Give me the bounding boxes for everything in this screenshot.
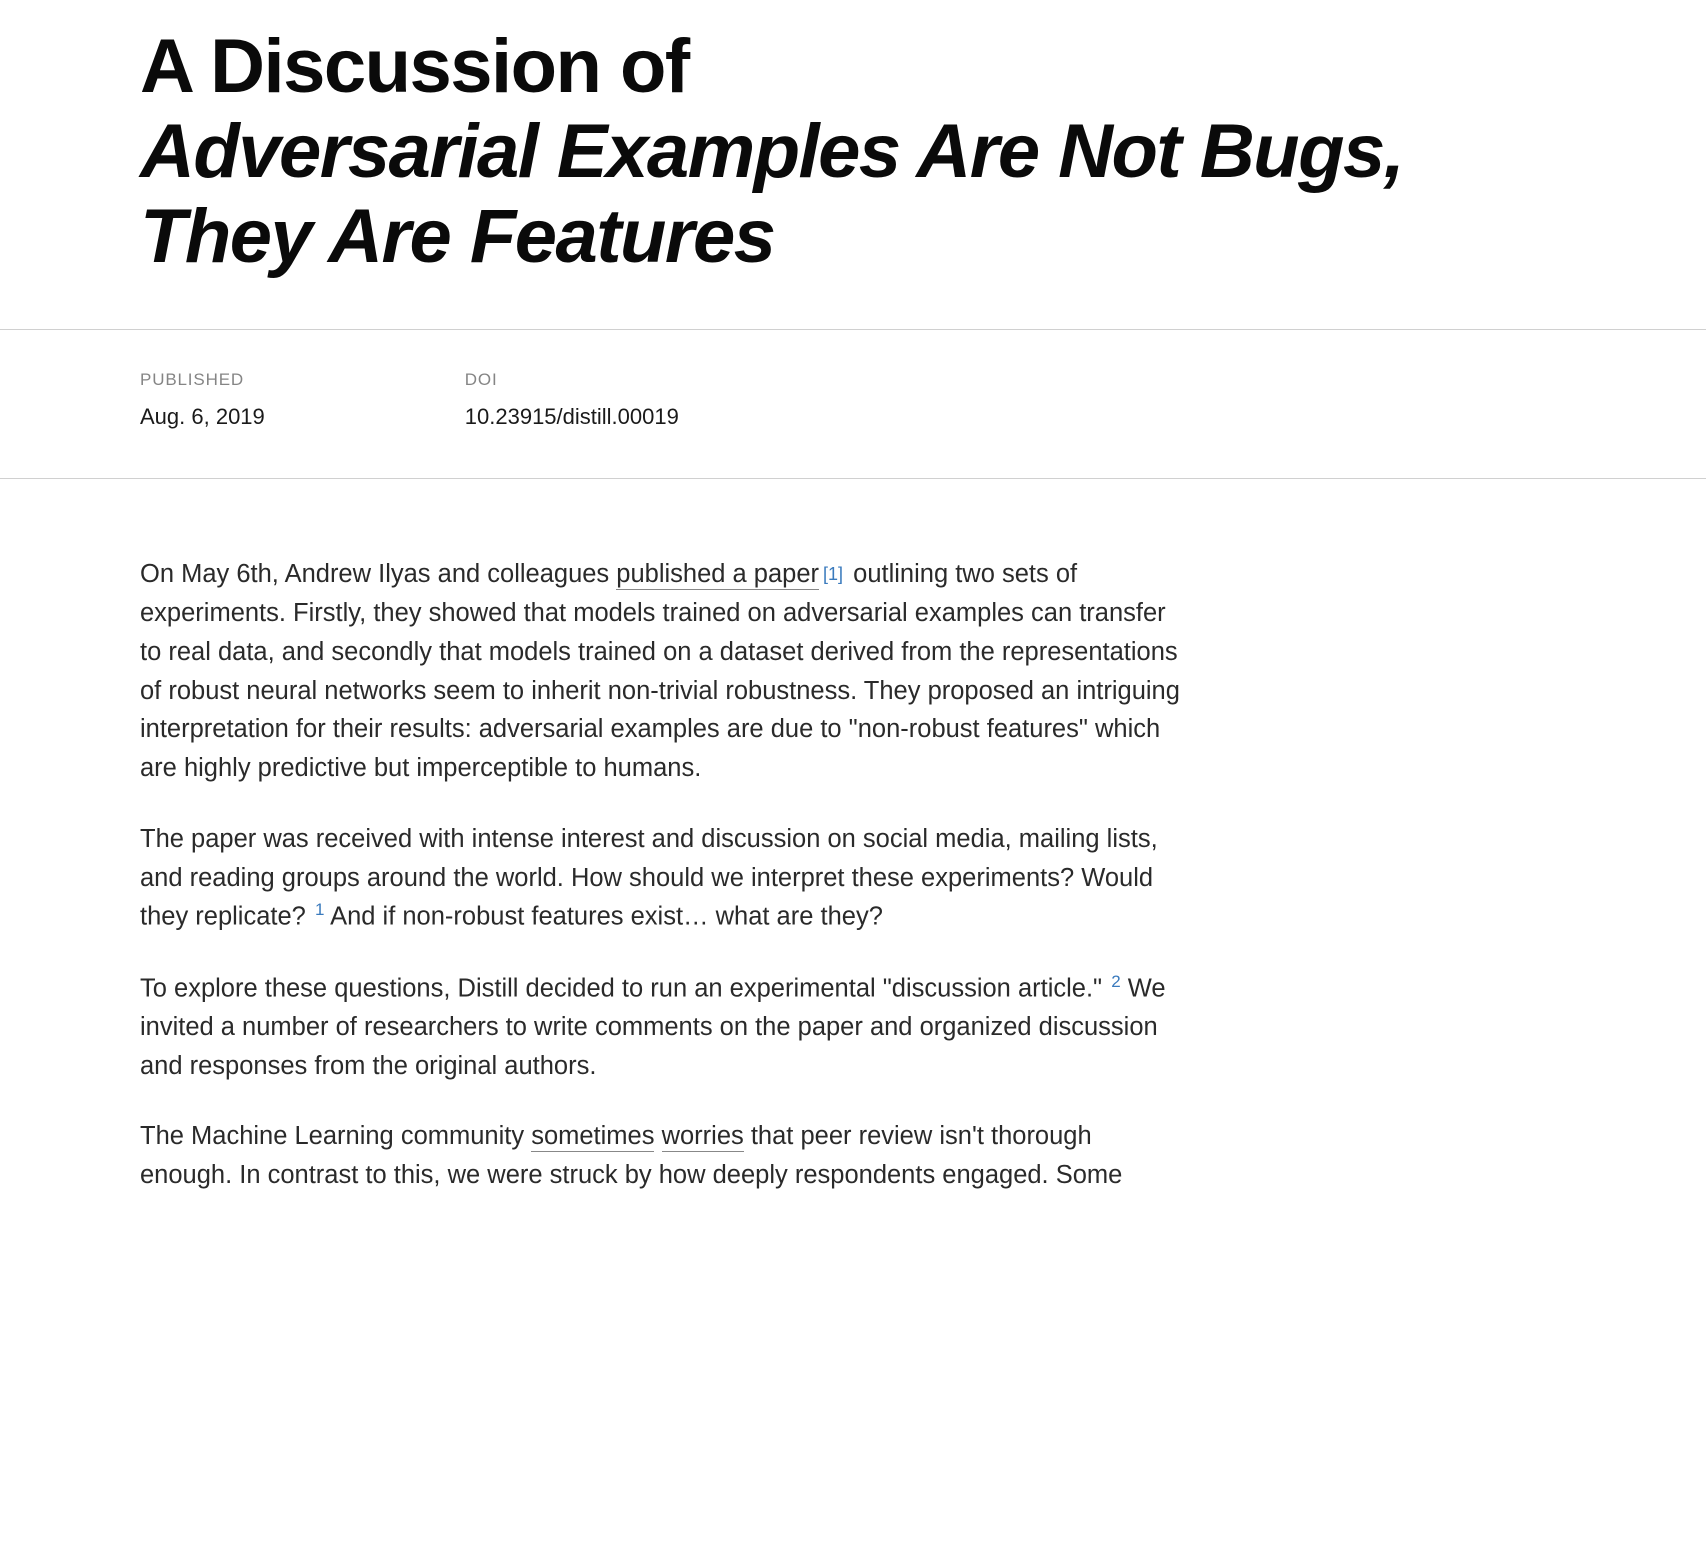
article-header: A Discussion of Adversarial Examples Are… (0, 0, 1706, 329)
title-prefix: A Discussion of (140, 24, 689, 109)
metadata-bar: PUBLISHED Aug. 6, 2019 DOI 10.23915/dist… (0, 329, 1706, 479)
citation-1[interactable]: [1] (823, 564, 843, 584)
footnote-1[interactable]: 1 (315, 900, 324, 919)
sometimes-link[interactable]: sometimes (531, 1122, 654, 1152)
paragraph-3: To explore these questions, Distill deci… (140, 969, 1190, 1086)
paragraph-4: The Machine Learning community sometimes… (140, 1117, 1190, 1195)
title-italic: Adversarial Examples Are Not Bugs, They … (140, 109, 1403, 279)
footnote-2[interactable]: 2 (1111, 972, 1120, 991)
worries-link[interactable]: worries (662, 1122, 744, 1152)
paragraph-2: The paper was received with intense inte… (140, 820, 1190, 937)
published-paper-link[interactable]: published a paper (616, 560, 819, 590)
article-title: A Discussion of Adversarial Examples Are… (140, 24, 1566, 279)
published-label: PUBLISHED (140, 370, 265, 390)
published-block: PUBLISHED Aug. 6, 2019 (140, 370, 265, 430)
article-body: On May 6th, Andrew Ilyas and colleagues … (0, 479, 1330, 1195)
published-date: Aug. 6, 2019 (140, 404, 265, 430)
paragraph-1: On May 6th, Andrew Ilyas and colleagues … (140, 555, 1190, 788)
doi-label: DOI (465, 370, 679, 390)
doi-block: DOI 10.23915/distill.00019 (465, 370, 679, 430)
doi-value: 10.23915/distill.00019 (465, 404, 679, 430)
